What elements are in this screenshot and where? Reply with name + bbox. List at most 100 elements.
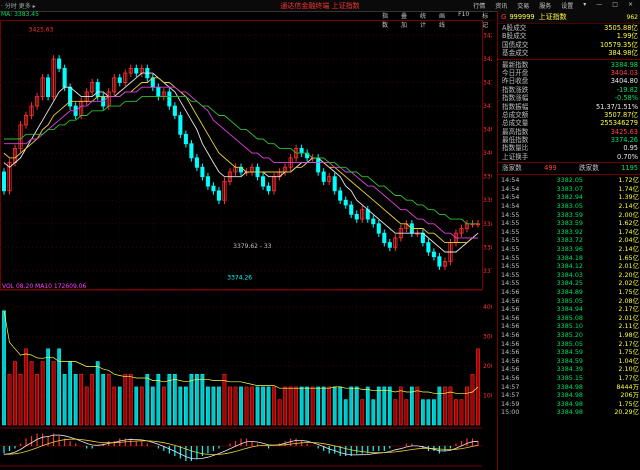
candle-body bbox=[343, 199, 348, 206]
tick-price: 3384.18 bbox=[556, 253, 583, 262]
candle-body bbox=[205, 176, 210, 187]
candle-body bbox=[387, 242, 392, 248]
tick-time: 14:55 bbox=[501, 210, 520, 219]
volume-bar bbox=[360, 399, 365, 426]
tick-amount: 1.77亿 bbox=[618, 373, 639, 382]
tick-time: 14:54 bbox=[501, 193, 520, 202]
candle-body bbox=[216, 190, 221, 201]
candle-body bbox=[200, 166, 205, 178]
candle-body bbox=[62, 67, 67, 88]
volume-bar bbox=[305, 386, 310, 426]
summary-label: B股成交 bbox=[502, 32, 527, 41]
volume-bar bbox=[211, 386, 216, 426]
candle-body bbox=[167, 91, 172, 107]
index-stat-value: 3404.80 bbox=[610, 77, 638, 86]
tick-price: 3382.94 bbox=[556, 193, 583, 202]
volume-bar bbox=[459, 399, 464, 426]
tick-row: 14:55 3384.12 2.01亿 bbox=[498, 262, 640, 271]
candle-body bbox=[371, 218, 376, 225]
tick-amount: 2.04亿 bbox=[618, 236, 639, 245]
toolbar-item-2[interactable]: 交易 bbox=[512, 1, 534, 10]
tick-time: 14:55 bbox=[501, 236, 520, 245]
volume-bar bbox=[29, 361, 34, 426]
candle-body bbox=[172, 105, 177, 116]
summary-block: A股成交 3505.88亿 B股成交 1.99亿 国债成交 10579.35亿 基金成交 38… bbox=[498, 24, 640, 58]
tick-row: 14:55 3383.59 2.00亿 bbox=[498, 211, 640, 220]
tick-row: 14:56 3385.05 2.17亿 bbox=[498, 340, 640, 349]
volume-bar bbox=[106, 373, 111, 426]
volume-bar bbox=[195, 373, 199, 426]
volume-bar bbox=[24, 348, 28, 426]
candle-body bbox=[134, 67, 139, 74]
up-count: 499 bbox=[544, 164, 557, 173]
volume-bar bbox=[46, 348, 50, 426]
index-stat-row: 上证换手 0.70% bbox=[498, 153, 640, 161]
summary-row: B股成交 1.99亿 bbox=[498, 32, 640, 40]
toolbar-item-8[interactable]: × bbox=[623, 1, 638, 10]
candle-body bbox=[299, 148, 304, 154]
price-annotation: 3374.26 bbox=[227, 274, 252, 281]
index-stat-row: 指数涨跌 -19.82 bbox=[498, 86, 640, 94]
volume-bar bbox=[332, 386, 337, 426]
tick-row: 14:59 3384.98 1.75亿 bbox=[498, 400, 640, 409]
volume-bar bbox=[139, 386, 144, 426]
tick-time: 14:56 bbox=[501, 305, 520, 314]
volume-bar bbox=[7, 373, 12, 426]
tick-list[interactable]: 14:54 3382.05 1.72亿 14:54 3383.07 1.74亿 14:54 3… bbox=[498, 176, 640, 417]
index-stat-value: -19.82 bbox=[616, 85, 638, 94]
volume-bar bbox=[250, 386, 254, 426]
index-name: 上证指数 bbox=[538, 13, 567, 21]
volume-bar bbox=[349, 386, 354, 426]
tick-row: 14:56 3384.59 1.75亿 bbox=[498, 348, 640, 357]
candle-body bbox=[266, 185, 271, 192]
tick-price: 3384.98 bbox=[556, 391, 583, 400]
tick-time: 14:59 bbox=[501, 399, 520, 408]
toolbar-item-6[interactable]: — bbox=[591, 1, 607, 10]
candle-body bbox=[57, 58, 62, 69]
chart-area[interactable]: 3425 3420 3415 3410 3405 3400 3395 3390 3385 3380… bbox=[0, 20, 492, 470]
toolbar-item-4[interactable]: 设置 bbox=[556, 1, 578, 10]
candle-body bbox=[261, 176, 266, 187]
index-stat-label: 总成交量 bbox=[502, 119, 529, 128]
toolbar-item-7[interactable]: □ bbox=[607, 1, 623, 10]
candle-body bbox=[338, 190, 343, 201]
summary-value: 1.99亿 bbox=[616, 32, 638, 41]
tick-row: 14:55 3383.72 2.04亿 bbox=[498, 236, 640, 245]
toolbar-item-3[interactable]: 服务 bbox=[534, 1, 556, 10]
volume-bar bbox=[376, 386, 381, 426]
summary-value: 10579.35亿 bbox=[599, 40, 638, 49]
volume-bar bbox=[294, 386, 299, 426]
tick-amount: 2.02亿 bbox=[618, 279, 639, 288]
toolbar-item-5[interactable]: ▾ bbox=[578, 1, 591, 10]
index-stat-row: 昨日收盘 3404.80 bbox=[498, 77, 640, 85]
index-stat-row: 指数涨幅 -0.58% bbox=[498, 94, 640, 102]
tick-amount: 1.75亿 bbox=[618, 399, 639, 408]
candle-body bbox=[349, 204, 354, 215]
tick-price: 3383.59 bbox=[556, 210, 583, 219]
index-g-icon[interactable]: G bbox=[501, 13, 506, 21]
candle-body bbox=[431, 251, 436, 258]
tick-row: 14:57 3384.98 206万 bbox=[498, 391, 640, 400]
summary-row: 国债成交 10579.35亿 bbox=[498, 41, 640, 49]
index-stat-value: 3404.03 bbox=[610, 68, 638, 77]
toolbar-item-0[interactable]: 行情 bbox=[468, 1, 490, 10]
candle-body bbox=[211, 185, 216, 192]
volume-bar bbox=[156, 373, 161, 426]
tick-price: 3382.05 bbox=[556, 176, 583, 185]
tick-amount: 2.11亿 bbox=[618, 322, 639, 331]
tick-amount: 1.39亿 bbox=[618, 193, 639, 202]
toolbar-item-1[interactable]: 资讯 bbox=[490, 1, 512, 10]
tick-time: 14:56 bbox=[501, 322, 520, 331]
candle-body bbox=[117, 77, 122, 83]
volume-bar bbox=[222, 373, 227, 426]
volume-bar bbox=[343, 399, 348, 426]
price-annotation: 3425.63 bbox=[29, 26, 54, 33]
tick-amount: 1.72亿 bbox=[618, 176, 639, 185]
vol-tick-label: 30000 bbox=[483, 333, 492, 340]
candle-body bbox=[68, 86, 73, 107]
volume-bar bbox=[288, 386, 293, 426]
index-stat-row: 总成交量 255346279 bbox=[498, 119, 640, 127]
index-stat-value: -0.58% bbox=[614, 94, 638, 103]
updown-row: 涨家数 499 跌家数 1195 bbox=[502, 164, 638, 173]
tick-price: 3385.15 bbox=[556, 373, 583, 382]
